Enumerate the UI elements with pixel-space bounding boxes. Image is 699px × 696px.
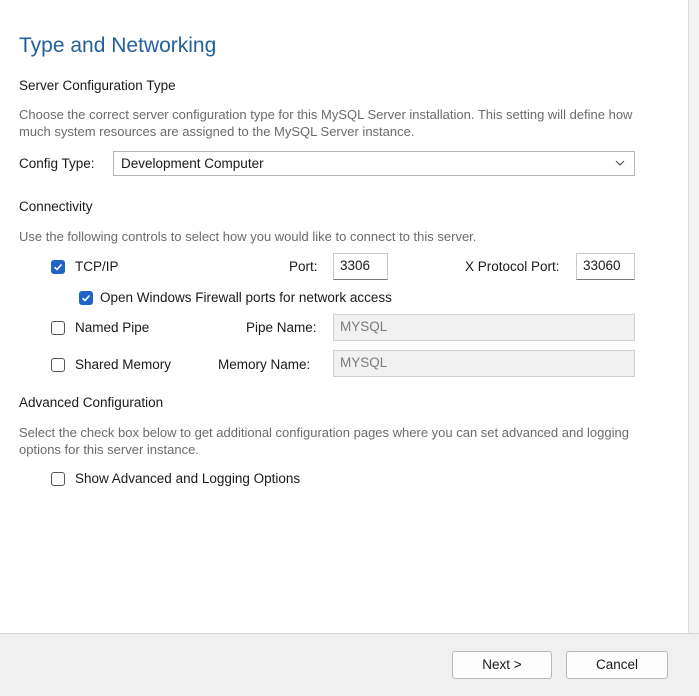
tcpip-checkbox[interactable] [51,260,65,274]
tcpip-label[interactable]: TCP/IP [75,259,119,274]
show-advanced-checkbox[interactable] [51,472,65,486]
firewall-label[interactable]: Open Windows Firewall ports for network … [100,290,392,305]
memory-name-label: Memory Name: [218,357,311,372]
config-type-value: Development Computer [121,156,264,171]
port-label: Port: [289,259,318,274]
firewall-checkbox[interactable] [79,291,93,305]
named-pipe-checkbox[interactable] [51,321,65,335]
pipe-name-label: Pipe Name: [246,320,317,335]
x-protocol-port-input[interactable]: 33060 [576,253,635,280]
next-button[interactable]: Next > [452,651,552,679]
main-panel: Type and Networking Server Configuration… [0,0,689,633]
checkmark-icon [81,294,91,302]
right-edge-strip [689,0,699,633]
connectivity-description: Use the following controls to select how… [19,229,477,244]
config-type-select[interactable]: Development Computer [113,151,635,176]
advanced-description: Select the check box below to get additi… [19,425,629,457]
shared-memory-checkbox[interactable] [51,358,65,372]
advanced-heading: Advanced Configuration [19,395,164,410]
connectivity-heading: Connectivity [19,199,93,214]
server-config-description: Choose the correct server configuration … [19,107,633,139]
pipe-name-input[interactable]: MYSQL [333,314,635,341]
checkmark-icon [53,263,63,271]
memory-name-input[interactable]: MYSQL [333,350,635,377]
named-pipe-label[interactable]: Named Pipe [75,320,149,335]
footer-bar: Next > Cancel [0,633,699,696]
show-advanced-label[interactable]: Show Advanced and Logging Options [75,471,300,486]
port-input[interactable]: 3306 [333,253,388,280]
shared-memory-label[interactable]: Shared Memory [75,357,171,372]
config-type-label: Config Type: [19,156,95,171]
cancel-button[interactable]: Cancel [566,651,668,679]
x-protocol-port-label: X Protocol Port: [465,259,560,274]
server-config-heading: Server Configuration Type [19,78,176,93]
page-title: Type and Networking [19,34,217,57]
chevron-down-icon [615,160,625,166]
